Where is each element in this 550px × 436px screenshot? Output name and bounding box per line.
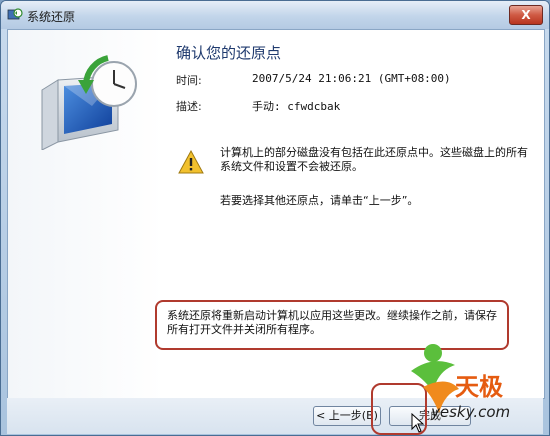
warning-text: 计算机上的部分磁盘没有包括在此还原点中。这些磁盘上的所有系统文件和设置不会被还原… [220,146,528,173]
time-value: 2007/5/24 21:06:21 (GMT+08:00) [252,72,451,85]
page-title: 确认您的还原点 [176,44,282,62]
watermark-cn: 天极 [455,373,503,401]
restore-monitor-clock-icon [41,55,137,150]
watermark-en: yesky.com [431,403,511,421]
description-value: 手动: cfwdcbak [252,100,341,113]
time-label: 时间: [176,74,202,87]
system-restore-window: 系统还原 X 确认您的还原点 时间: 2007/5/24 21:06:21 (G… [0,0,550,436]
wizard-side-panel [8,30,164,398]
close-button[interactable]: X [509,5,543,25]
title-bar[interactable]: 系统还原 X [1,1,549,29]
warning-icon [178,150,204,174]
window-title: 系统还原 [27,10,76,24]
mouse-pointer-icon [411,413,425,433]
system-restore-icon [7,8,23,20]
description-label: 描述: [176,100,202,113]
hint-text: 若要选择其他还原点，请单击“上一步”。 [220,194,419,207]
